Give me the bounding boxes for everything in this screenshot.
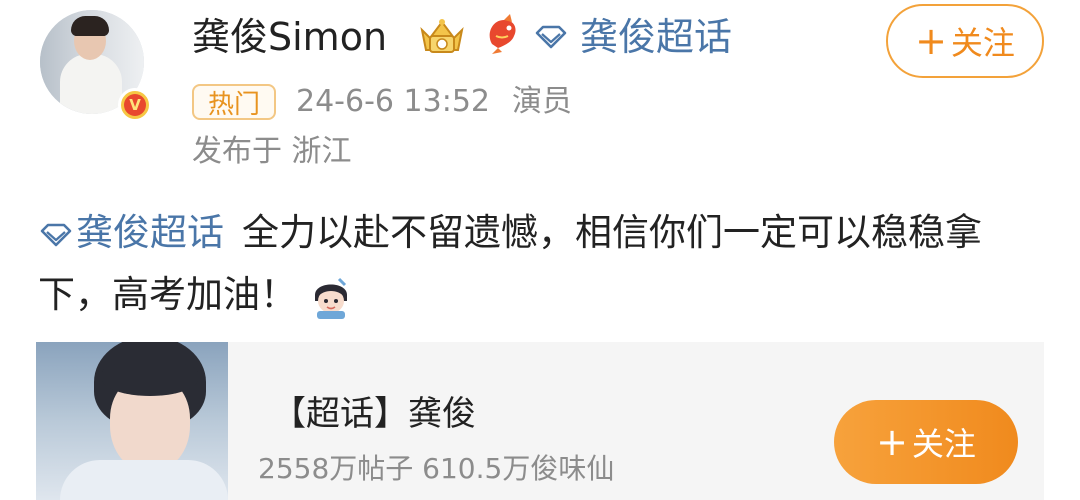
post-topic-label: 龚俊超话 bbox=[76, 211, 224, 254]
hot-badge: 热门 bbox=[192, 84, 276, 120]
verified-v-icon: V bbox=[118, 88, 152, 122]
card-follow-button-label: 关注 bbox=[911, 425, 976, 463]
card-title[interactable]: 【超话】龚俊 bbox=[272, 392, 476, 436]
author-name[interactable]: 龚俊Simon bbox=[192, 12, 387, 62]
avatar-figure-body bbox=[60, 54, 122, 114]
header-topic-link[interactable]: 龚俊超话 bbox=[580, 12, 732, 62]
post-timestamp: 24-6-6 13:52 bbox=[296, 84, 490, 119]
author-avatar-container[interactable]: V bbox=[40, 10, 152, 122]
diamond-topic-icon bbox=[40, 223, 72, 246]
post-meta: 24-6-6 13:52 演员 bbox=[296, 82, 572, 122]
drama-poster-thumbnail[interactable] bbox=[36, 342, 228, 500]
diamond-topic-icon bbox=[535, 25, 567, 49]
author-role: 演员 bbox=[512, 84, 572, 119]
plus-icon: + bbox=[915, 19, 947, 63]
poster-figure-bangs bbox=[102, 362, 198, 396]
cartoon-sticker-icon bbox=[315, 277, 347, 319]
post-location: 发布于 浙江 bbox=[192, 134, 352, 169]
follow-button-label: 关注 bbox=[950, 24, 1015, 62]
crown-medal-icon[interactable] bbox=[418, 16, 466, 56]
post-topic-link[interactable]: 龚俊超话 bbox=[38, 211, 224, 254]
koi-fish-medal-icon[interactable] bbox=[482, 14, 522, 56]
super-topic-card[interactable]: 【超话】龚俊 2558万帖子 610.5万俊味仙 + 关注 bbox=[36, 342, 1044, 500]
poster-figure-robe bbox=[60, 460, 228, 500]
card-stats: 2558万帖子 610.5万俊味仙 bbox=[258, 452, 615, 485]
card-follow-button[interactable]: + 关注 bbox=[834, 400, 1018, 484]
follow-button[interactable]: + 关注 bbox=[886, 4, 1044, 78]
post-content: 龚俊超话 全力以赴不留遗憾，相信你们一定可以稳稳拿下，高考加油！ bbox=[38, 202, 1038, 326]
plus-icon: + bbox=[876, 420, 908, 464]
avatar-figure-hair bbox=[71, 16, 109, 36]
